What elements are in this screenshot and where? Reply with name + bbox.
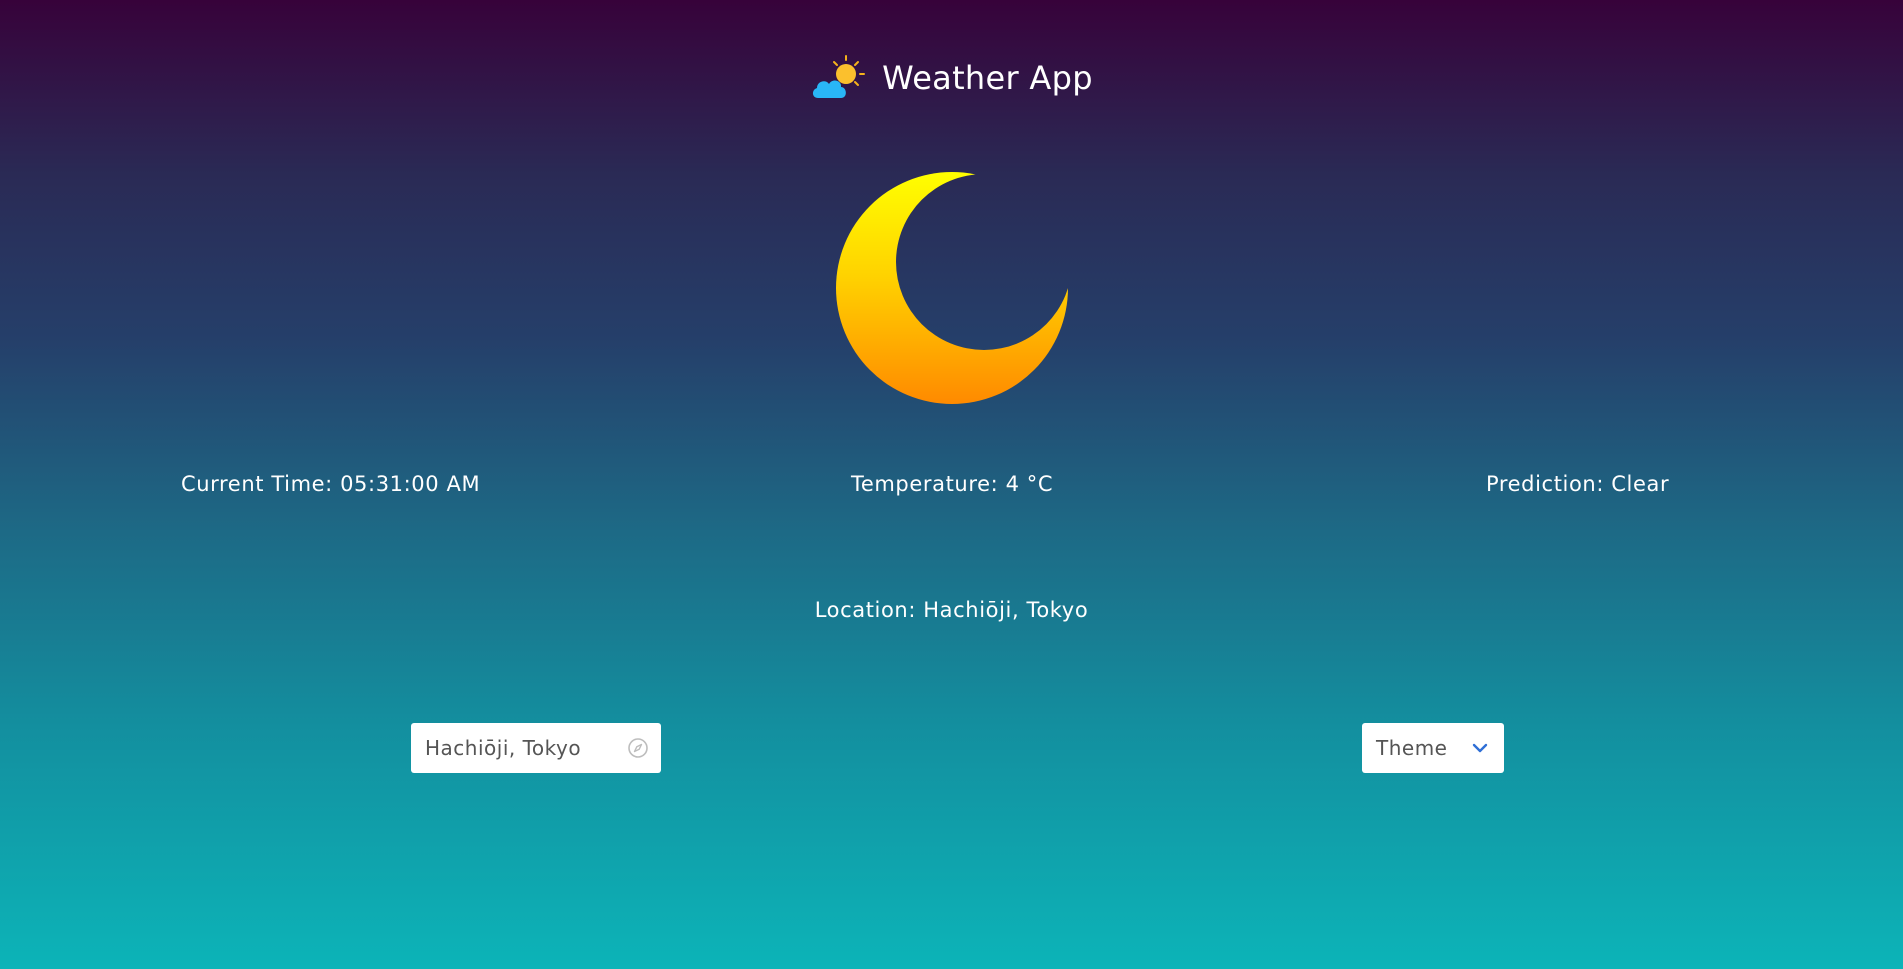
temperature: Temperature: 4 °C xyxy=(851,472,1054,496)
compass-icon[interactable] xyxy=(627,737,649,759)
location-input[interactable] xyxy=(425,736,625,760)
current-time: Current Time: 05:31:00 AM xyxy=(181,472,481,496)
theme-select[interactable]: Theme xyxy=(1362,723,1504,773)
prediction: Prediction: Clear xyxy=(1486,472,1670,496)
crescent-moon-icon xyxy=(836,172,1068,404)
app-header: Weather App xyxy=(0,54,1903,102)
chevron-down-icon[interactable] xyxy=(1470,738,1490,758)
theme-select-label: Theme xyxy=(1376,736,1448,760)
location: Location: Hachiōji, Tokyo xyxy=(814,598,1089,622)
sun-behind-cloud-icon xyxy=(813,55,866,98)
location-search[interactable] xyxy=(411,723,661,773)
app-title: Weather App xyxy=(882,59,1093,97)
